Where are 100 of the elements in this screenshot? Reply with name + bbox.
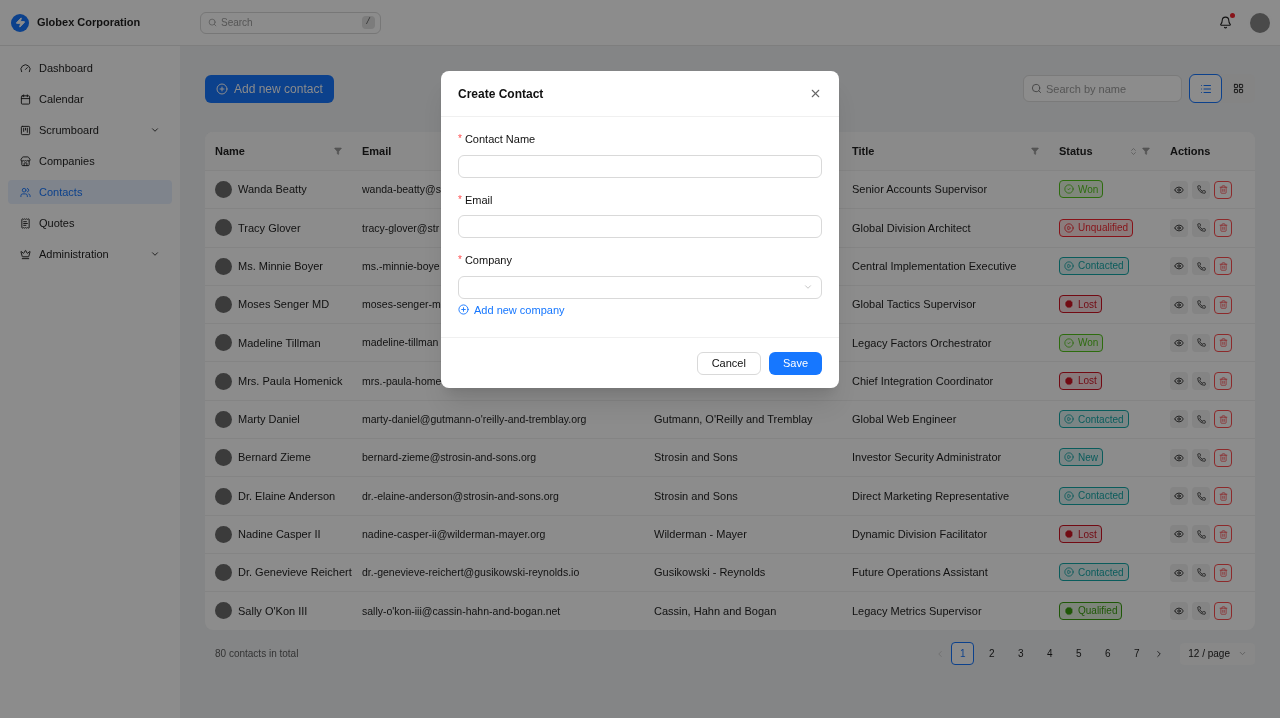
- play-circle-icon: [1064, 529, 1074, 540]
- call-button[interactable]: [1192, 333, 1210, 352]
- delete-button[interactable]: [1214, 257, 1232, 276]
- call-button[interactable]: [1192, 372, 1210, 391]
- text-input[interactable]: [458, 154, 822, 178]
- required-mark: *: [458, 253, 462, 267]
- email-text: sally-o'kon-iii@cassin-hahn-and-bogan.net: [362, 604, 561, 617]
- filter-icon[interactable]: [1142, 147, 1150, 155]
- view-button[interactable]: [1170, 525, 1188, 544]
- delete-button[interactable]: [1214, 525, 1232, 544]
- storefront-icon: [20, 155, 31, 167]
- delete-button[interactable]: [1214, 333, 1232, 352]
- column-header[interactable]: Status: [1049, 132, 1160, 170]
- sort-icon[interactable]: [1129, 146, 1138, 156]
- status-tag: Contacted: [1059, 563, 1129, 582]
- search-icon: [1031, 83, 1042, 94]
- filter-icon[interactable]: [1031, 147, 1039, 155]
- avatar: [215, 410, 232, 428]
- filter-icon[interactable]: [334, 147, 342, 155]
- page-size-select[interactable]: 12 / page: [1180, 642, 1255, 665]
- avatar: [215, 449, 232, 467]
- delete-button[interactable]: [1214, 487, 1232, 505]
- delete-button[interactable]: [1214, 372, 1232, 391]
- list-view-button[interactable]: [1189, 74, 1222, 103]
- contact-name: Moses Senger MD: [238, 297, 330, 313]
- page-button[interactable]: 6: [1096, 642, 1120, 666]
- email-text: bernard-zieme@strosin-and-sons.org: [362, 451, 537, 464]
- company-text: Gusikowski - Reynolds: [654, 566, 766, 579]
- call-button[interactable]: [1192, 180, 1210, 199]
- call-button[interactable]: [1192, 563, 1210, 582]
- phone-icon: [1196, 606, 1206, 616]
- page-button[interactable]: 3: [1009, 642, 1033, 666]
- page-button[interactable]: 1: [951, 642, 975, 666]
- notification-icon[interactable]: [1219, 16, 1232, 29]
- delete-button[interactable]: [1214, 601, 1232, 620]
- eye-icon: [1174, 491, 1184, 501]
- email-text: tracy-glover@str: [362, 221, 440, 234]
- sidebar-item[interactable]: Quotes: [8, 211, 172, 235]
- call-button[interactable]: [1192, 295, 1210, 314]
- sidebar-item[interactable]: Administration: [8, 242, 172, 266]
- cancel-button[interactable]: Cancel: [696, 351, 761, 375]
- company-text: Strosin and Sons: [654, 451, 738, 464]
- close-icon[interactable]: [809, 87, 822, 100]
- avatar: [215, 487, 232, 505]
- view-button[interactable]: [1170, 295, 1188, 314]
- delete-button[interactable]: [1214, 218, 1232, 237]
- view-button[interactable]: [1170, 410, 1188, 429]
- check-circle-icon: [1064, 184, 1074, 195]
- column-header[interactable]: Actions: [1160, 132, 1255, 170]
- required-mark: *: [458, 192, 462, 207]
- view-button[interactable]: [1170, 601, 1188, 620]
- play-circle-icon: [1064, 222, 1074, 233]
- call-button[interactable]: [1192, 410, 1210, 429]
- view-button[interactable]: [1170, 487, 1188, 505]
- phone-icon: [1196, 261, 1206, 271]
- delete-button[interactable]: [1214, 410, 1232, 429]
- title-text: Dynamic Division Facilitator: [852, 528, 988, 541]
- eye-icon: [1174, 414, 1184, 425]
- title-text: Global Division Architect: [852, 221, 971, 234]
- play-circle-icon: [1064, 452, 1074, 463]
- view-button[interactable]: [1170, 218, 1188, 237]
- sidebar-item[interactable]: Calendar: [8, 87, 172, 111]
- sidebar-item[interactable]: Scrumboard: [8, 118, 172, 142]
- delete-button[interactable]: [1214, 448, 1232, 467]
- field-label: Company: [464, 253, 512, 268]
- call-button[interactable]: [1192, 257, 1210, 276]
- contact-name: Dr. Genevieve Reichert: [238, 565, 352, 581]
- column-header[interactable]: Name: [205, 132, 352, 170]
- page-button[interactable]: 2: [980, 642, 1004, 666]
- view-button[interactable]: [1170, 563, 1188, 582]
- call-button[interactable]: [1192, 601, 1210, 620]
- status-tag: Won: [1059, 333, 1104, 352]
- view-button[interactable]: [1170, 448, 1188, 467]
- call-button[interactable]: [1192, 448, 1210, 467]
- call-button[interactable]: [1192, 487, 1210, 505]
- page-button[interactable]: 7: [1125, 642, 1149, 666]
- save-button[interactable]: Save: [768, 351, 822, 375]
- sidebar-item[interactable]: Dashboard: [8, 56, 172, 80]
- avatar: [215, 564, 232, 582]
- delete-button[interactable]: [1214, 180, 1232, 199]
- contact-name: Ms. Minnie Boyer: [238, 259, 323, 274]
- call-button[interactable]: [1192, 525, 1210, 544]
- call-button[interactable]: [1192, 218, 1210, 237]
- avatar: [215, 181, 232, 199]
- sidebar-item[interactable]: Companies: [8, 149, 172, 173]
- check-circle-icon: [1064, 337, 1074, 348]
- delete-button[interactable]: [1214, 563, 1232, 582]
- view-button[interactable]: [1170, 257, 1188, 276]
- page-button[interactable]: 4: [1038, 642, 1062, 666]
- column-header[interactable]: Title: [842, 132, 1049, 170]
- add-company-link[interactable]: Add new company: [458, 301, 565, 318]
- add-contact-button[interactable]: Add new contact: [205, 74, 334, 103]
- view-button[interactable]: [1170, 180, 1188, 199]
- view-button[interactable]: [1170, 333, 1188, 352]
- delete-button[interactable]: [1214, 295, 1232, 314]
- trash-icon: [1218, 491, 1228, 501]
- text-input[interactable]: [458, 215, 822, 238]
- page-button[interactable]: 5: [1067, 642, 1091, 666]
- dialog-title: Create Contact: [458, 85, 544, 103]
- view-button[interactable]: [1170, 372, 1188, 391]
